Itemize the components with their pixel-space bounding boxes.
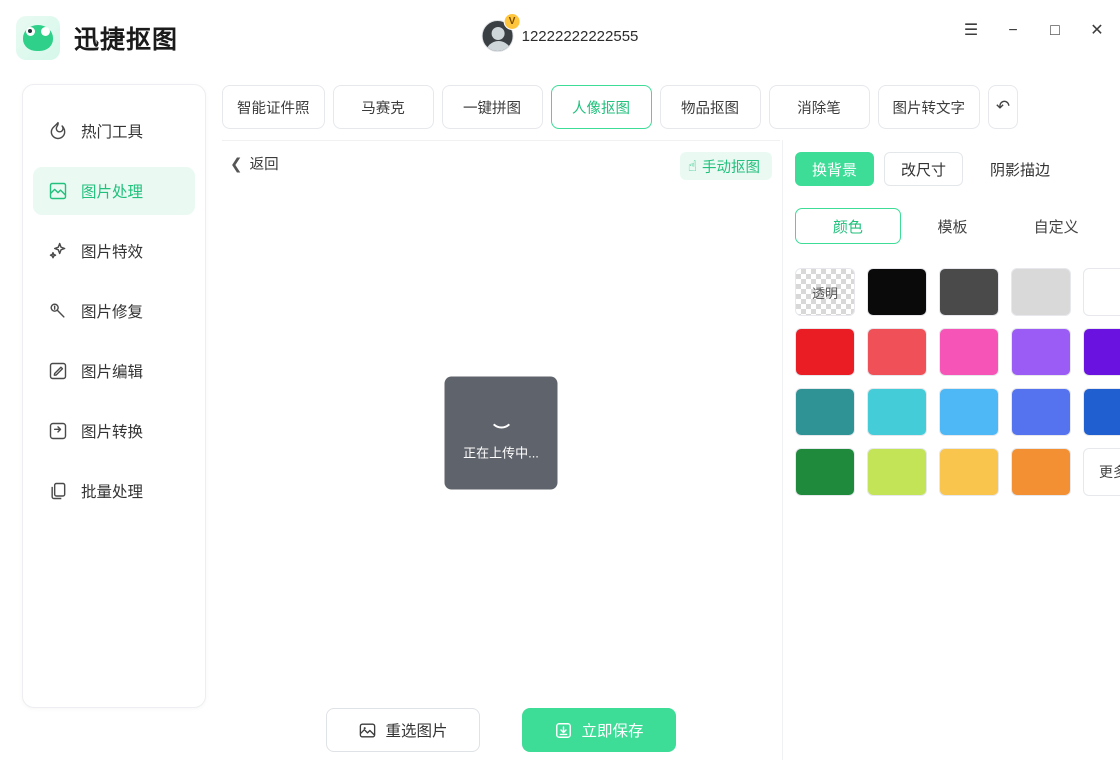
- sidebar-item-image-convert[interactable]: 图片转换: [33, 407, 195, 455]
- app-logo-group: 迅捷抠图: [16, 16, 178, 60]
- wrench-icon: [47, 300, 69, 322]
- sidebar-item-image-process[interactable]: 图片处理: [33, 167, 195, 215]
- sidebar-item-label: 图片转换: [81, 420, 143, 442]
- tab-object-cutout[interactable]: 物品抠图: [660, 85, 761, 129]
- undo-icon[interactable]: ↶: [988, 85, 1018, 129]
- tab-eraser-pen[interactable]: 消除笔: [769, 85, 870, 129]
- flame-icon: [47, 120, 69, 142]
- swatch-color[interactable]: [939, 328, 999, 376]
- tab-image-to-text[interactable]: 图片转文字: [878, 85, 981, 129]
- swatch-more-button[interactable]: 更多: [1083, 448, 1120, 496]
- right-panel: 换背景 改尺寸 阴影描边 颜色 模板 自定义 透明: [782, 140, 1120, 760]
- sidebar-item-hot-tools[interactable]: 热门工具: [33, 107, 195, 155]
- pencil-square-icon: [47, 360, 69, 382]
- tool-tabs: 智能证件照 马赛克 一键拼图 人像抠图 物品抠图 消除笔 图片转文字 ↶: [222, 84, 1102, 130]
- back-label: 返回: [250, 153, 279, 174]
- app-title: 迅捷抠图: [74, 20, 178, 56]
- menu-icon[interactable]: ☰: [960, 20, 982, 42]
- tab-mosaic[interactable]: 马赛克: [333, 85, 434, 129]
- swatch-color[interactable]: [1083, 268, 1120, 316]
- reselect-image-button[interactable]: 重选图片: [326, 708, 480, 752]
- swatch-color[interactable]: [867, 328, 927, 376]
- account-area[interactable]: V 12222222222555: [482, 20, 639, 52]
- swatch-color[interactable]: [867, 388, 927, 436]
- swatch-color[interactable]: [1011, 328, 1071, 376]
- account-name: 12222222222555: [522, 28, 639, 45]
- swatch-color[interactable]: [939, 388, 999, 436]
- sidebar-item-label: 图片特效: [81, 240, 143, 262]
- convert-icon: [47, 420, 69, 442]
- segment-color[interactable]: 颜色: [795, 208, 901, 244]
- tab-portrait-cutout[interactable]: 人像抠图: [551, 85, 652, 129]
- vip-badge: V: [504, 13, 521, 30]
- segment-custom[interactable]: 自定义: [1004, 208, 1108, 244]
- copy-icon: [47, 480, 69, 502]
- reselect-image-label: 重选图片: [385, 719, 447, 741]
- sidebar-item-label: 图片修复: [81, 300, 143, 322]
- sidebar-item-label: 图片编辑: [81, 360, 143, 382]
- manual-cutout-label: 手动抠图: [702, 156, 760, 177]
- tab-collage[interactable]: 一键拼图: [442, 85, 543, 129]
- swatch-color[interactable]: [939, 448, 999, 496]
- title-bar: 迅捷抠图 V 12222222222555 ☰ − □ ✕: [0, 0, 1120, 76]
- canvas-action-bar: 重选图片 立即保存: [222, 708, 780, 752]
- sidebar-item-image-repair[interactable]: 图片修复: [33, 287, 195, 335]
- application-window: 迅捷抠图 V 12222222222555 ☰ − □ ✕ 智能证件照 马赛克 …: [0, 0, 1120, 760]
- sidebar: 热门工具 图片处理 图片特效: [22, 84, 206, 708]
- swatch-color[interactable]: [795, 448, 855, 496]
- window-controls: ☰ − □ ✕: [960, 20, 1108, 42]
- save-now-button[interactable]: 立即保存: [522, 708, 676, 752]
- swatch-color[interactable]: [1011, 388, 1071, 436]
- swatch-color[interactable]: [867, 268, 927, 316]
- swatch-color[interactable]: [1011, 268, 1071, 316]
- sidebar-item-label: 图片处理: [81, 180, 143, 202]
- swatch-color[interactable]: [1083, 388, 1120, 436]
- hand-pointer-icon: ☝: [688, 157, 697, 175]
- sidebar-item-label: 热门工具: [81, 120, 143, 142]
- swatch-color[interactable]: [795, 388, 855, 436]
- swatch-color[interactable]: [795, 328, 855, 376]
- image-icon: [358, 721, 377, 740]
- close-icon[interactable]: ✕: [1086, 20, 1108, 42]
- sparkle-icon: [47, 240, 69, 262]
- loading-spinner-icon: [489, 404, 513, 428]
- manual-cutout-button[interactable]: ☝ 手动抠图: [680, 152, 772, 180]
- save-now-label: 立即保存: [581, 719, 643, 741]
- swatch-color[interactable]: [1011, 448, 1071, 496]
- minimize-icon[interactable]: −: [1002, 20, 1024, 42]
- maximize-icon[interactable]: □: [1044, 20, 1066, 42]
- download-icon: [554, 721, 573, 740]
- tab-id-photo[interactable]: 智能证件照: [222, 85, 325, 129]
- swatch-color[interactable]: [1083, 328, 1120, 376]
- upload-status-text: 正在上传中...: [463, 442, 539, 461]
- right-panel-modes: 换背景 改尺寸 阴影描边: [783, 140, 1120, 186]
- mode-shadow-outline[interactable]: 阴影描边: [973, 152, 1067, 186]
- sidebar-item-label: 批量处理: [81, 480, 143, 502]
- mode-change-background[interactable]: 换背景: [795, 152, 874, 186]
- editor-canvas: ❮ 返回 ☝ 手动抠图 正在上传中... 重选图片: [222, 140, 780, 760]
- segment-template[interactable]: 模板: [901, 208, 1005, 244]
- background-source-segments: 颜色 模板 自定义: [795, 208, 1108, 244]
- color-swatch-grid: 透明 更多: [795, 268, 1108, 496]
- back-button[interactable]: ❮ 返回: [230, 153, 279, 174]
- sidebar-item-image-effects[interactable]: 图片特效: [33, 227, 195, 275]
- chevron-left-icon: ❮: [230, 155, 243, 173]
- swatch-color[interactable]: [867, 448, 927, 496]
- swatch-transparent[interactable]: 透明: [795, 268, 855, 316]
- swatch-color[interactable]: [939, 268, 999, 316]
- upload-status-card: 正在上传中...: [445, 376, 558, 489]
- sidebar-item-image-edit[interactable]: 图片编辑: [33, 347, 195, 395]
- image-process-icon: [47, 180, 69, 202]
- frog-logo-icon: [16, 16, 60, 60]
- sidebar-item-batch-process[interactable]: 批量处理: [33, 467, 195, 515]
- mode-resize[interactable]: 改尺寸: [884, 152, 963, 186]
